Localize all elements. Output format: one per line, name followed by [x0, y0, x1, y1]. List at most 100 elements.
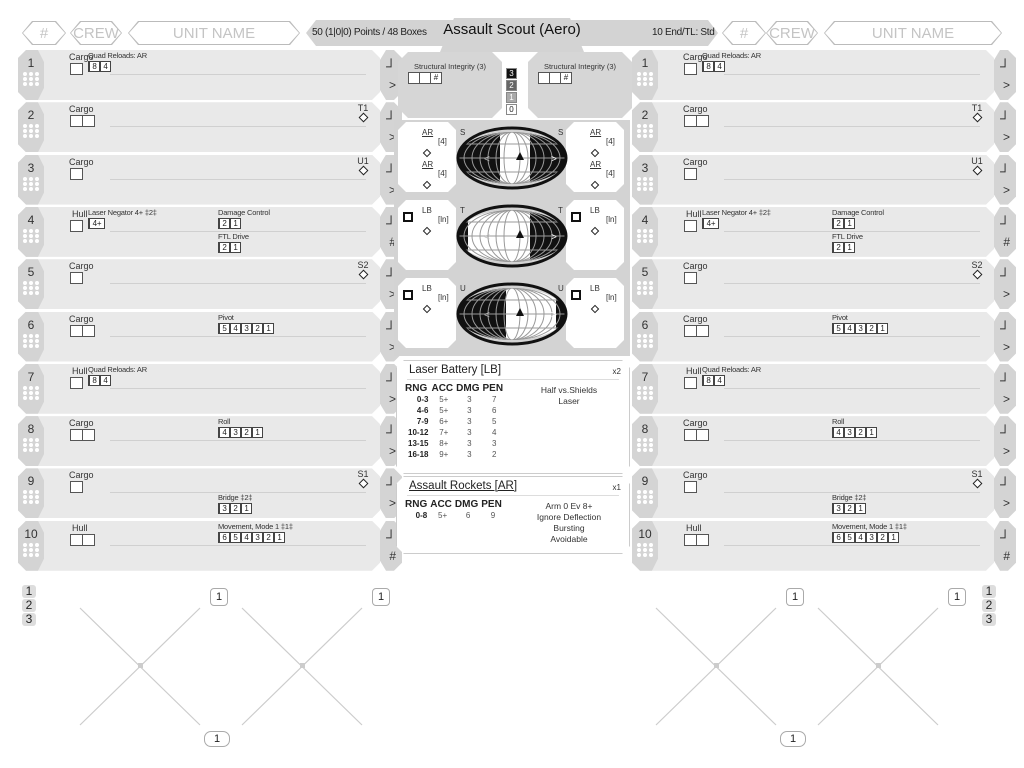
critical-hook-icon[interactable]: ┘ — [1000, 215, 1010, 231]
arc-square-icon[interactable] — [403, 212, 413, 222]
critical-hook-icon[interactable]: ┘ — [1000, 529, 1010, 545]
critical-row[interactable]: 2 Cargo T1 ┘ > — [632, 102, 1006, 152]
si-box[interactable]: # — [560, 72, 572, 84]
critical-row[interactable]: 6 Cargo Pivot 5 4 3 2 1 ┘ > — [632, 312, 1006, 362]
critical-row[interactable]: 3 Cargo U1 ┘ > — [632, 155, 1006, 205]
si-level-1[interactable]: 1 — [506, 92, 517, 103]
critical-row[interactable]: 7 Hull Quad Reloads: AR 8 4 ┘ > — [632, 364, 1006, 414]
critical-hook-icon[interactable]: ┘ — [386, 476, 396, 492]
arc-square-icon[interactable] — [571, 290, 581, 300]
mount-diamond-icon[interactable] — [358, 112, 368, 123]
track-box[interactable]: 1 — [229, 217, 241, 229]
location-checkbox[interactable] — [684, 481, 697, 494]
row-select-3[interactable]: 3 — [22, 613, 36, 626]
row-select-2[interactable]: 2 — [22, 599, 36, 612]
critical-row[interactable]: 5 Cargo S2 ┘ > — [18, 259, 392, 309]
arc-square-icon[interactable] — [403, 290, 413, 300]
mount-diamond-icon[interactable] — [358, 165, 368, 176]
chevron-right-icon[interactable]: > — [1003, 496, 1010, 510]
mount-diamond-icon[interactable] — [591, 149, 599, 157]
left-unit-name-field[interactable]: UNIT NAME — [128, 21, 300, 45]
speed-pin[interactable]: 1 — [204, 731, 230, 747]
track-box[interactable]: 1 — [273, 531, 285, 543]
row-select-3[interactable]: 3 — [982, 613, 996, 626]
critical-hook-icon[interactable]: ┘ — [386, 424, 396, 440]
hash-icon[interactable]: # — [389, 549, 396, 563]
mount-diamond-icon[interactable] — [591, 227, 599, 235]
location-checkbox[interactable] — [82, 115, 95, 128]
critical-hook-icon[interactable]: ┘ — [1000, 267, 1010, 283]
location-checkbox[interactable] — [696, 324, 709, 337]
critical-row[interactable]: 1 Cargo Quad Reloads: AR 8 4 ┘ > — [632, 50, 1006, 100]
critical-row[interactable]: 4 Hull Laser Negator 4+ ‡2‡ 4+ Damage Contro… — [632, 207, 1006, 257]
mount-diamond-icon[interactable] — [591, 305, 599, 313]
location-checkbox[interactable] — [684, 219, 697, 232]
critical-row[interactable]: 10 Hull Movement, Mode 1 ‡1‡ 6 5 4 3 2 1 ┘ # — [632, 521, 1006, 571]
heading-pin[interactable]: 1 — [372, 588, 390, 606]
critical-row[interactable]: 2 Cargo T1 ┘ > — [18, 102, 392, 152]
si-level-2[interactable]: 2 — [506, 80, 517, 91]
critical-row[interactable]: 10 Hull Movement, Mode 1 ‡1‡ 6 5 4 3 2 1 ┘ # — [18, 521, 392, 571]
critical-row[interactable]: 5 Cargo S2 ┘ > — [632, 259, 1006, 309]
mount-diamond-icon[interactable] — [423, 149, 431, 157]
location-checkbox[interactable] — [70, 63, 83, 75]
mount-diamond-icon[interactable] — [972, 165, 982, 176]
critical-row[interactable]: 9 Cargo Bridge ‡2‡ 3 2 1 S1 ┘ > — [18, 468, 392, 518]
critical-row[interactable]: 4 Hull Laser Negator 4+ ‡2‡ 4+ Damage Contro… — [18, 207, 392, 257]
location-checkbox[interactable] — [82, 324, 95, 337]
critical-hook-icon[interactable]: ┘ — [386, 372, 396, 388]
critical-hook-icon[interactable]: ┘ — [1000, 58, 1010, 74]
chevron-right-icon[interactable]: > — [1003, 444, 1010, 458]
mount-diamond-icon[interactable] — [423, 227, 431, 235]
row-select-1[interactable]: 1 — [982, 585, 996, 598]
chevron-right-icon[interactable]: > — [1003, 340, 1010, 354]
track-box[interactable]: 1 — [251, 427, 263, 439]
location-checkbox[interactable] — [82, 429, 95, 442]
track-box[interactable]: 1 — [843, 241, 855, 253]
right-crew-field[interactable]: CREW — [766, 21, 818, 45]
track-box[interactable]: 4 — [99, 61, 111, 72]
right-unit-name-field[interactable]: UNIT NAME — [824, 21, 1002, 45]
track-box[interactable]: 1 — [887, 531, 899, 543]
row-select-1[interactable]: 1 — [22, 585, 36, 598]
critical-hook-icon[interactable]: ┘ — [1000, 110, 1010, 126]
critical-hook-icon[interactable]: ┘ — [1000, 320, 1010, 336]
location-checkbox[interactable] — [70, 376, 83, 389]
track-box[interactable]: 1 — [876, 322, 888, 334]
chevron-right-icon[interactable]: > — [1003, 78, 1010, 92]
track-box[interactable]: 4 — [99, 374, 111, 386]
mount-diamond-icon[interactable] — [972, 478, 982, 489]
chevron-right-icon[interactable]: > — [389, 392, 396, 406]
track-box[interactable]: 1 — [262, 322, 274, 334]
mount-diamond-icon[interactable] — [423, 181, 431, 189]
mount-diamond-icon[interactable] — [358, 269, 368, 280]
critical-row[interactable]: 3 Cargo U1 ┘ > — [18, 155, 392, 205]
location-checkbox[interactable] — [70, 219, 83, 232]
location-checkbox[interactable] — [696, 115, 709, 128]
mount-diamond-icon[interactable] — [972, 269, 982, 280]
track-box[interactable]: 1 — [865, 427, 877, 439]
location-checkbox[interactable] — [696, 533, 709, 546]
critical-hook-icon[interactable]: ┘ — [1000, 372, 1010, 388]
location-checkbox[interactable] — [684, 63, 697, 75]
critical-hook-icon[interactable]: ┘ — [1000, 476, 1010, 492]
location-checkbox[interactable] — [684, 376, 697, 389]
left-unit-number-field[interactable]: # — [22, 21, 66, 45]
critical-row[interactable]: 1 Cargo Quad Reloads: AR 8 4 ┘ > — [18, 50, 392, 100]
critical-row[interactable]: 6 Cargo Pivot 5 4 3 2 1 ┘ > — [18, 312, 392, 362]
location-checkbox[interactable] — [70, 167, 83, 180]
si-box[interactable]: # — [430, 72, 442, 84]
critical-row[interactable]: 8 Cargo Roll 4 3 2 1 ┘ > — [18, 416, 392, 466]
location-checkbox[interactable] — [696, 429, 709, 442]
track-box[interactable]: 1 — [240, 503, 252, 515]
track-box[interactable]: 1 — [843, 217, 855, 229]
critical-row[interactable]: 9 Cargo Bridge ‡2‡ 3 2 1 S1 ┘ > — [632, 468, 1006, 518]
chevron-right-icon[interactable]: > — [389, 78, 396, 92]
mount-diamond-icon[interactable] — [591, 181, 599, 189]
location-checkbox[interactable] — [684, 167, 697, 180]
track-box[interactable]: 4 — [713, 374, 725, 386]
critical-hook-icon[interactable]: ┘ — [1000, 163, 1010, 179]
chevron-right-icon[interactable]: > — [1003, 183, 1010, 197]
critical-row[interactable]: 7 Hull Quad Reloads: AR 8 4 ┘ > — [18, 364, 392, 414]
mount-diamond-icon[interactable] — [972, 112, 982, 123]
